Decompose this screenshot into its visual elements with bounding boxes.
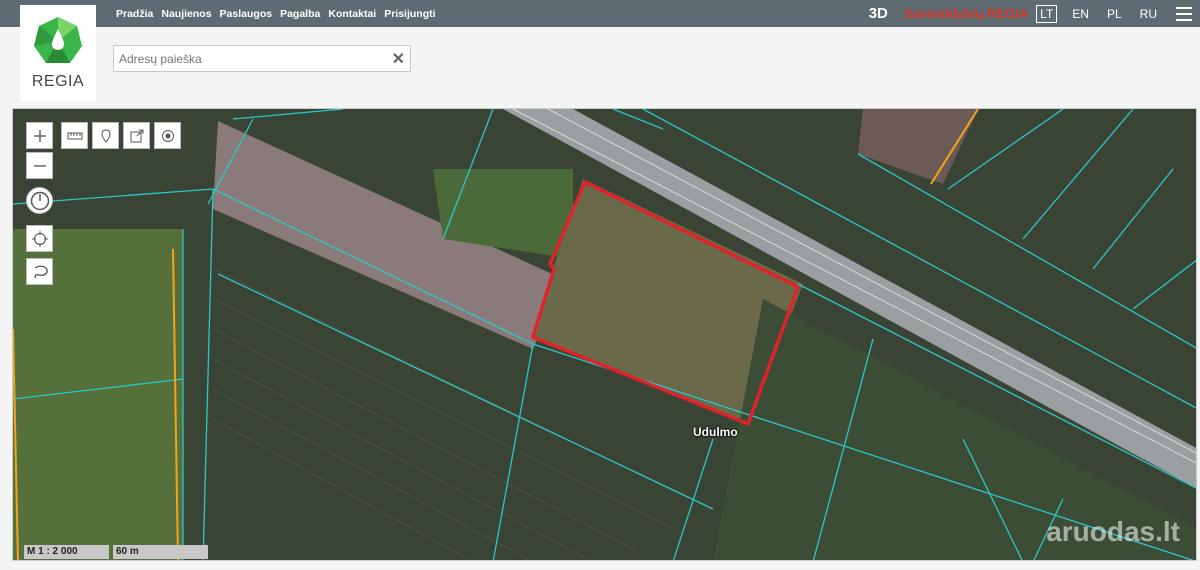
main-nav: Pradžia Naujienos Paslaugos Pagalba Kont…	[116, 0, 436, 27]
right-nav: 3D Savivaldybių REGIA LT EN PL RU	[869, 0, 1200, 27]
brand-link[interactable]: Savivaldybių REGIA	[904, 6, 1028, 21]
nav-contacts[interactable]: Kontaktai	[328, 8, 376, 20]
nav-login[interactable]: Prisijungti	[384, 8, 435, 20]
scale-distance: 60 m	[113, 545, 208, 559]
clear-search-icon[interactable]: ✕	[392, 49, 405, 69]
lang-ru[interactable]: RU	[1137, 6, 1160, 22]
watermark: aruodas.lt	[1046, 516, 1180, 547]
hamburger-menu-icon[interactable]	[1176, 6, 1192, 21]
marker-icon[interactable]	[92, 122, 119, 149]
nav-news[interactable]: Naujienos	[161, 8, 211, 20]
lasso-icon[interactable]	[26, 258, 53, 285]
nav-help[interactable]: Pagalba	[280, 8, 320, 20]
address-search: ✕	[113, 45, 411, 72]
compass-icon[interactable]	[26, 187, 53, 214]
address-search-input[interactable]	[114, 46, 384, 71]
lang-pl[interactable]: PL	[1104, 6, 1125, 22]
map-view[interactable]: M 1 : 2 000 60 m Udulmo aruodas.lt	[12, 108, 1197, 561]
top-bar: Pradžia Naujienos Paslaugos Pagalba Kont…	[0, 0, 1200, 27]
aerial-map-image	[13, 109, 1196, 560]
logo-text: REGIA	[31, 73, 85, 90]
lang-lt[interactable]: LT	[1036, 4, 1058, 23]
zoom-out-button[interactable]	[26, 152, 53, 179]
locate-icon[interactable]	[154, 122, 181, 149]
scale-ratio: M 1 : 2 000	[24, 545, 109, 559]
regia-logo[interactable]: REGIA	[20, 5, 96, 101]
measure-icon[interactable]	[61, 122, 88, 149]
regia-logo-icon	[34, 17, 82, 63]
nav-home[interactable]: Pradžia	[116, 8, 153, 20]
crosshair-icon[interactable]	[26, 225, 53, 252]
lang-en[interactable]: EN	[1069, 6, 1092, 22]
share-icon[interactable]	[123, 122, 150, 149]
3d-button[interactable]: 3D	[869, 5, 888, 22]
plot-label: Udulmo	[693, 425, 738, 439]
nav-services[interactable]: Paslaugos	[220, 8, 273, 20]
zoom-in-button[interactable]	[26, 122, 53, 149]
